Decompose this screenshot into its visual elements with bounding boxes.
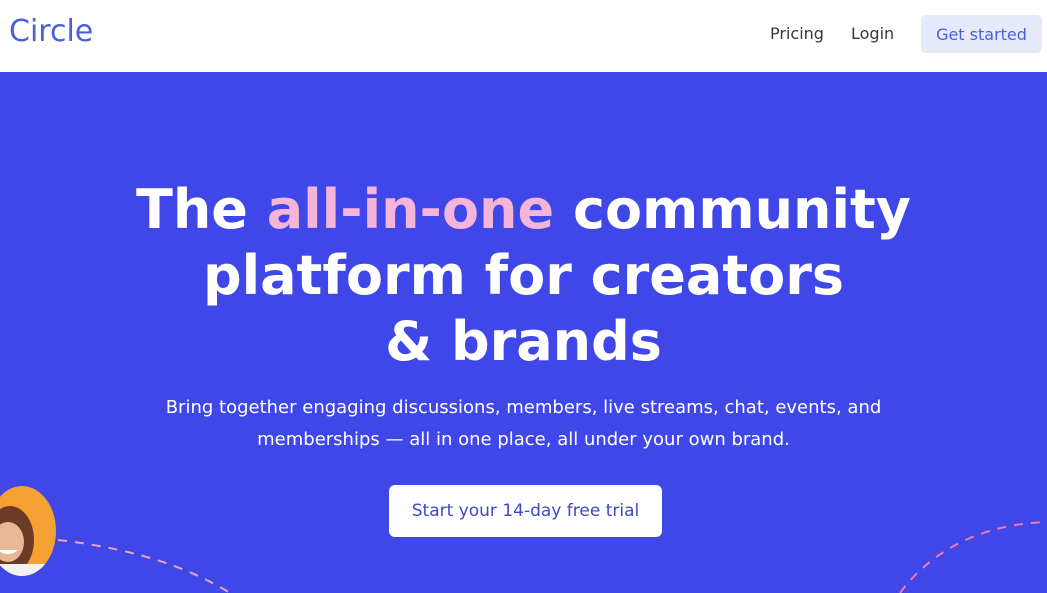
nav-pricing-link[interactable]: Pricing bbox=[770, 24, 824, 43]
get-started-button[interactable]: Get started bbox=[921, 15, 1042, 53]
headline-line3: & brands bbox=[385, 310, 662, 373]
headline-line1-suffix: community bbox=[572, 178, 911, 241]
top-navigation-bar: Circle Pricing Login Get started bbox=[0, 0, 1047, 72]
subhead-line2: memberships — all in one place, all unde… bbox=[257, 429, 790, 450]
nav-login-link[interactable]: Login bbox=[851, 24, 894, 43]
hero-section: The all-in-one community platform for cr… bbox=[0, 72, 1047, 593]
right-dashed-curve bbox=[899, 521, 1047, 593]
headline-prefix: The bbox=[136, 178, 248, 241]
headline-accent: all-in-one bbox=[266, 178, 555, 241]
left-dashed-curve bbox=[57, 539, 231, 593]
hero-subheading: Bring together engaging discussions, mem… bbox=[0, 392, 1047, 456]
headline-line2: platform for creators bbox=[202, 244, 845, 307]
circle-logo[interactable]: Circle bbox=[9, 14, 93, 49]
start-free-trial-button[interactable]: Start your 14-day free trial bbox=[389, 485, 662, 537]
subhead-line1: Bring together engaging discussions, mem… bbox=[165, 397, 882, 418]
hero-headline: The all-in-one community platform for cr… bbox=[0, 177, 1047, 375]
